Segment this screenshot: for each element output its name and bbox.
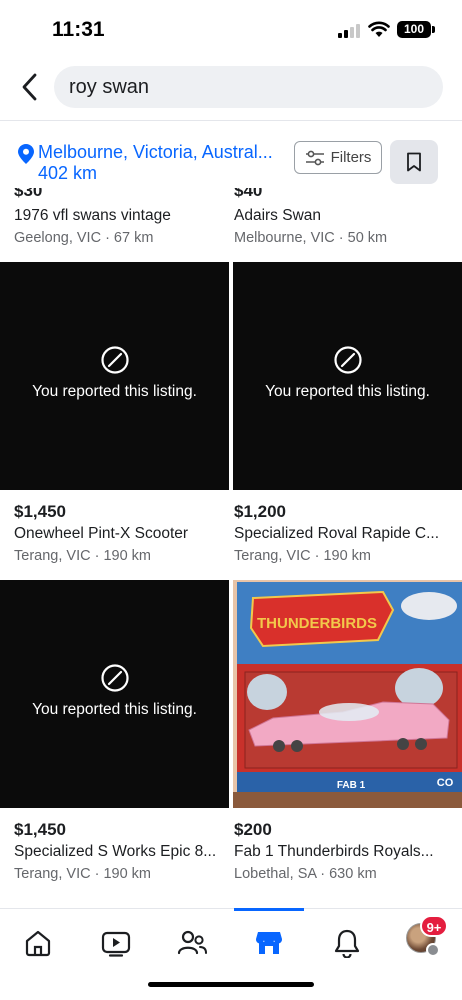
reported-icon (100, 346, 129, 374)
reported-text: You reported this listing. (32, 701, 197, 718)
listing-image: You reported this listing. (0, 262, 229, 490)
box-model-text: FAB 1 (337, 780, 366, 791)
listing-location: Terang, VIC · 190 km (234, 548, 371, 564)
active-tab-indicator (234, 908, 304, 911)
nav-home[interactable] (18, 923, 58, 963)
bookmark-icon (407, 152, 421, 172)
home-icon (25, 930, 51, 957)
reported-overlay: You reported this listing. (0, 262, 229, 490)
nav-video[interactable] (96, 923, 136, 963)
battery-tip (432, 26, 435, 33)
nav-marketplace[interactable] (249, 923, 289, 963)
location-name: Melbourne, Victoria, Austral... (38, 142, 273, 162)
battery-indicator: 100 (397, 21, 431, 38)
reported-overlay: You reported this listing. (233, 262, 462, 490)
listing-location: Melbourne, VIC · 50 km (234, 230, 388, 246)
sliders-icon (305, 150, 324, 165)
menu-icon (426, 943, 440, 957)
listing-title: Specialized S Works Epic 8... (14, 843, 217, 860)
listing-image: THUNDERBIRDS FAB 1 CO (233, 580, 462, 808)
listings-feed[interactable]: $30 1976 vfl swans vintage Geelong, VIC … (0, 188, 462, 908)
listing-location: Lobethal, SA · 630 km (234, 866, 377, 882)
status-bar: 11:31 100 (0, 0, 462, 60)
box-logo-text: THUNDERBIRDS (257, 615, 377, 632)
search-input[interactable]: roy swan (54, 66, 443, 108)
chevron-left-icon (22, 73, 37, 101)
listing-title: Specialized Roval Rapide C... (234, 525, 440, 542)
reported-overlay: You reported this listing. (0, 580, 229, 808)
reported-icon (333, 346, 362, 374)
filters-button[interactable]: Filters (294, 141, 382, 174)
listing-price: $40 (234, 188, 263, 200)
listing-location: Terang, VIC · 190 km (14, 866, 151, 882)
listing-price: $1,200 (234, 502, 286, 521)
listing-price: $200 (234, 820, 272, 839)
nav-friends[interactable] (172, 923, 212, 963)
listing-image: You reported this listing. (0, 580, 229, 808)
listing-title: 1976 vfl swans vintage (14, 207, 171, 224)
listing-location: Geelong, VIC · 67 km (14, 230, 154, 246)
listing-title: Adairs Swan (234, 207, 322, 224)
notification-badge: 9+ (420, 915, 448, 937)
location-radius: 402 km (38, 163, 98, 183)
location-pin-icon (18, 144, 34, 164)
reported-text: You reported this listing. (32, 383, 197, 400)
listing-image: You reported this listing. (233, 262, 462, 490)
listing-price: $1,450 (14, 820, 66, 839)
status-time: 11:31 (52, 18, 105, 41)
listing-price: $30 (14, 188, 43, 200)
listing-title: Fab 1 Thunderbirds Royals... (234, 843, 434, 860)
marketplace-icon (255, 932, 283, 954)
filters-label: Filters (330, 149, 372, 166)
wifi-icon (368, 21, 390, 37)
cellular-signal-icon (338, 24, 362, 38)
video-icon (101, 931, 131, 957)
back-button[interactable] (14, 70, 44, 104)
product-photo-fab1: THUNDERBIRDS FAB 1 CO (233, 580, 462, 808)
save-search-button[interactable] (390, 140, 438, 184)
header-divider (0, 120, 462, 121)
friends-icon (177, 930, 207, 955)
listing-price: $1,450 (14, 502, 66, 521)
reported-icon (100, 664, 129, 692)
listing-title: Onewheel Pint-X Scooter (14, 525, 189, 542)
listing-location: Terang, VIC · 190 km (14, 548, 151, 564)
box-brand-text: CO (437, 777, 454, 789)
home-indicator (148, 982, 314, 987)
reported-text: You reported this listing. (265, 383, 430, 400)
nav-notifications[interactable] (327, 923, 367, 963)
bell-icon (334, 929, 360, 958)
